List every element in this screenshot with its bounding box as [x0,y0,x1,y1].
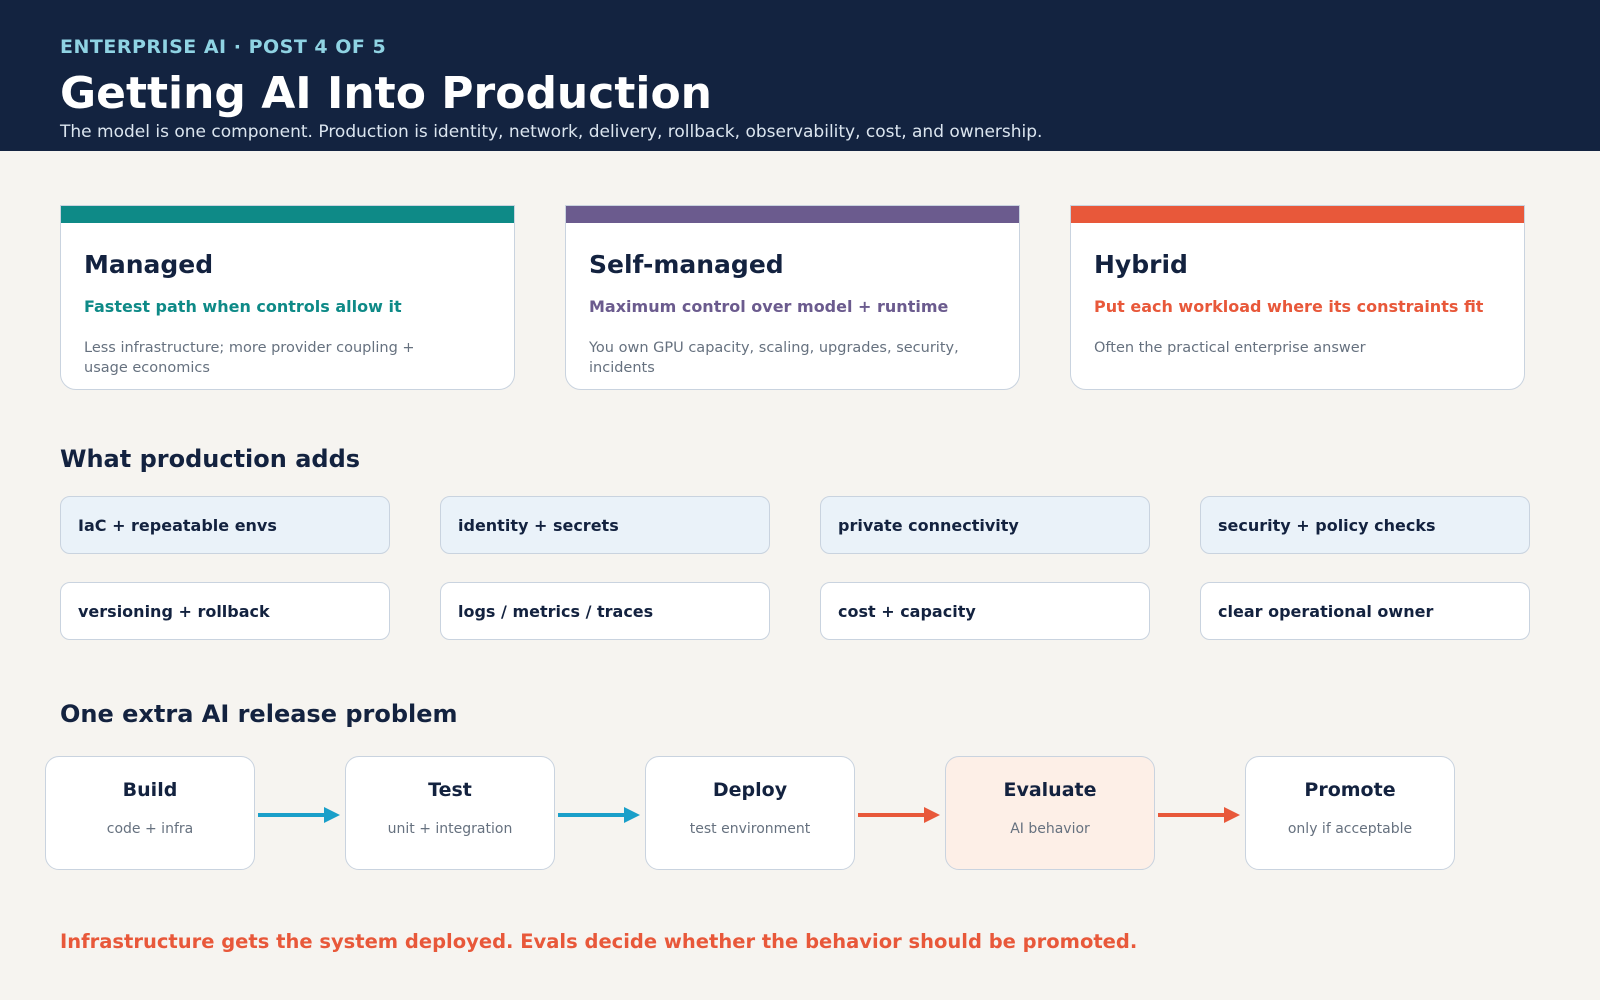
takeaway-note: Infrastructure gets the system deployed.… [60,930,1138,953]
stage-title: Test [428,779,472,801]
stage-title: Deploy [712,779,788,801]
release-heading: One extra AI release problem [60,700,458,728]
option-accent-bar [61,206,514,223]
option-tagline: Put each workload where its constraints … [1094,297,1484,316]
stage-subtitle: AI behavior [1010,821,1090,837]
pipeline-stage-promote: Promote only if acceptable [1245,756,1455,870]
option-card-managed: Managed Fastest path when controls allow… [60,205,515,390]
option-tagline: Maximum control over model + runtime [589,297,949,316]
pipeline-stage-test: Test unit + integration [345,756,555,870]
option-title: Managed [84,250,214,279]
option-title: Hybrid [1094,250,1188,279]
pipeline-stage-evaluate: Evaluate AI behavior [945,756,1155,870]
production-adds-heading: What production adds [60,445,361,473]
option-description: Often the practical enterprise answer [1094,340,1366,356]
flow-arrow-icon [1158,807,1240,823]
flow-arrow-icon [258,807,340,823]
option-description: Less infrastructure; more provider coupl… [84,340,415,376]
production-item: cost + capacity [820,582,1150,640]
flow-arrow-icon [858,807,940,823]
option-title: Self-managed [589,250,784,279]
page-subtitle: The model is one component. Production i… [60,122,1043,142]
option-card-hybrid: Hybrid Put each workload where its const… [1070,205,1525,390]
stage-subtitle: code + infra [106,821,194,837]
stage-subtitle: unit + integration [387,821,513,837]
production-item: identity + secrets [440,496,770,554]
option-accent-bar [1071,206,1524,223]
production-item: versioning + rollback [60,582,390,640]
stage-title: Build [122,779,178,801]
option-description: You own GPU capacity, scaling, upgrades,… [589,340,959,376]
stage-title: Evaluate [1003,779,1097,801]
production-item: IaC + repeatable envs [60,496,390,554]
flow-arrow-icon [558,807,640,823]
page-title: Getting AI Into Production [60,68,713,119]
production-item: logs / metrics / traces [440,582,770,640]
header-banner: ENTERPRISE AI · POST 4 OF 5 Getting AI I… [0,0,1600,151]
production-item: security + policy checks [1200,496,1530,554]
option-tagline: Fastest path when controls allow it [84,297,402,316]
production-item: clear operational owner [1200,582,1530,640]
stage-subtitle: only if acceptable [1287,821,1413,837]
option-accent-bar [566,206,1019,223]
option-card-self-managed: Self-managed Maximum control over model … [565,205,1020,390]
stage-title: Promote [1304,779,1396,801]
series-eyebrow: ENTERPRISE AI · POST 4 OF 5 [60,36,387,58]
production-item: private connectivity [820,496,1150,554]
pipeline-stage-deploy: Deploy test environment [645,756,855,870]
pipeline-stage-build: Build code + infra [45,756,255,870]
stage-subtitle: test environment [689,821,811,837]
